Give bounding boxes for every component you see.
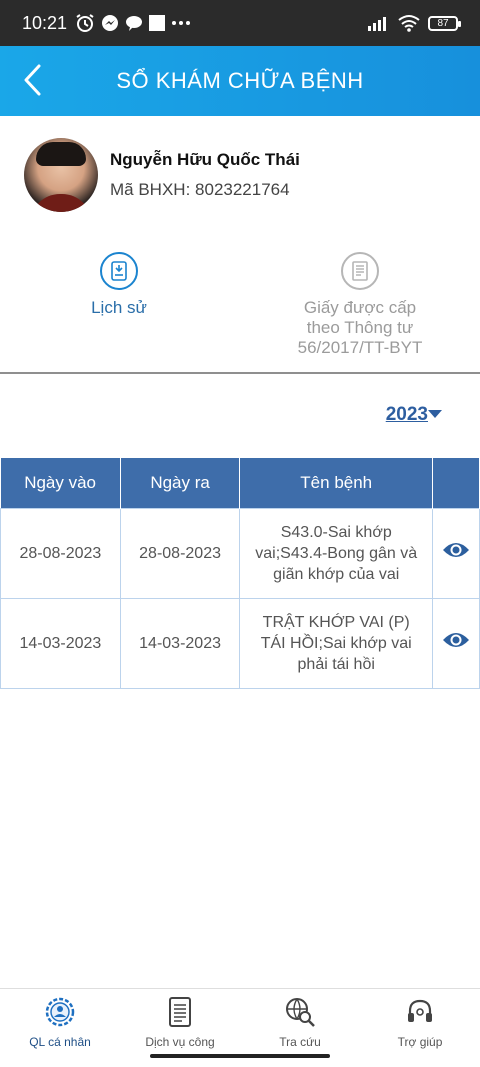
nav-label-lookup: Tra cứu xyxy=(279,1035,321,1049)
square-icon xyxy=(149,15,166,31)
insurance-number: 8023221764 xyxy=(195,180,290,199)
nav-label-help: Trợ giúp xyxy=(397,1035,443,1049)
nav-item-help[interactable]: Trợ giúp xyxy=(360,989,480,1067)
chat-icon xyxy=(125,14,143,32)
messenger-icon xyxy=(101,14,119,32)
header-date-out: Ngày ra xyxy=(120,458,241,508)
medical-records-table: Ngày vào Ngày ra Tên bệnh 28-08-2023 28-… xyxy=(0,458,480,689)
row-disease: TRẬT KHỚP VAI (P) TÁI HỒI;Sai khớp vai p… xyxy=(239,597,433,689)
back-button[interactable] xyxy=(14,62,50,98)
eye-icon[interactable] xyxy=(442,630,470,650)
profile-name: Nguyễn Hữu Quốc Thái xyxy=(110,150,300,169)
signal-icon xyxy=(368,15,390,31)
battery-icon: 87 xyxy=(428,15,461,31)
history-menu-item[interactable]: Lịch sử xyxy=(60,252,178,318)
section-divider xyxy=(0,372,480,374)
header-action xyxy=(432,458,480,508)
certificate-menu-item[interactable]: Giấy được cấp theo Thông tư 56/2017/TT-B… xyxy=(280,252,440,358)
alarm-icon xyxy=(75,13,95,33)
status-icons-right: 87 xyxy=(368,14,461,32)
home-indicator[interactable] xyxy=(150,1054,330,1058)
row-disease: S43.0-Sai khớp vai;S43.4-Bong gân và giã… xyxy=(239,507,433,599)
avatar-shirt xyxy=(30,194,92,212)
nav-label-public-services: Dịch vụ công xyxy=(145,1035,215,1049)
status-bar: 10:21 87 xyxy=(0,0,480,46)
row-view-cell xyxy=(432,507,480,599)
table-row: 14-03-2023 14-03-2023 TRẬT KHỚP VAI (P) … xyxy=(0,597,480,689)
battery-level: 87 xyxy=(437,17,449,29)
row-view-cell xyxy=(432,597,480,689)
insurance-label: Mã BHXH: xyxy=(110,180,191,199)
row-date-in: 14-03-2023 xyxy=(0,597,121,689)
table-row: 28-08-2023 28-08-2023 S43.0-Sai khớp vai… xyxy=(0,507,480,599)
row-date-out: 14-03-2023 xyxy=(119,597,241,689)
insurance-id: Mã BHXH: 8023221764 xyxy=(110,180,300,200)
avatar xyxy=(24,138,98,212)
headset-icon xyxy=(403,995,437,1029)
nav-label-personal: QL cá nhân xyxy=(29,1035,91,1049)
user-gear-icon xyxy=(43,995,77,1029)
row-date-out: 28-08-2023 xyxy=(119,507,241,599)
header-date-in: Ngày vào xyxy=(0,458,121,508)
caret-down-icon[interactable] xyxy=(428,410,442,418)
row-date-in: 28-08-2023 xyxy=(0,507,121,599)
status-time: 10:21 xyxy=(22,12,68,33)
certificate-label-line-2: theo Thông tư xyxy=(306,318,414,337)
chevron-left-icon xyxy=(24,64,41,96)
eye-icon[interactable] xyxy=(442,540,470,560)
profile-info: Nguyễn Hữu Quốc Thái Mã BHXH: 8023221764 xyxy=(110,150,300,200)
table-header-row: Ngày vào Ngày ra Tên bệnh xyxy=(0,458,480,508)
history-icon xyxy=(100,252,138,290)
certificate-label-line-1: Giấy được cấp xyxy=(303,298,417,317)
wifi-icon xyxy=(398,14,420,32)
page-title: SỔ KHÁM CHỮA BỆNH xyxy=(116,68,364,93)
certificate-label-line-3: 56/2017/TT-BYT xyxy=(297,338,423,357)
header-disease: Tên bệnh xyxy=(239,458,433,508)
status-icons-left xyxy=(75,13,191,33)
document-icon xyxy=(163,995,197,1029)
avatar-hair xyxy=(36,142,86,166)
profile-card: Nguyễn Hữu Quốc Thái Mã BHXH: 8023221764 xyxy=(24,138,300,212)
nav-item-personal[interactable]: QL cá nhân xyxy=(0,989,120,1067)
globe-search-icon xyxy=(283,995,317,1029)
history-label: Lịch sử xyxy=(91,298,147,317)
app-header: SỔ KHÁM CHỮA BỆNH xyxy=(0,46,480,116)
year-selector[interactable]: 2023 xyxy=(386,404,428,426)
more-icon xyxy=(171,20,191,26)
certificate-icon xyxy=(341,252,379,290)
